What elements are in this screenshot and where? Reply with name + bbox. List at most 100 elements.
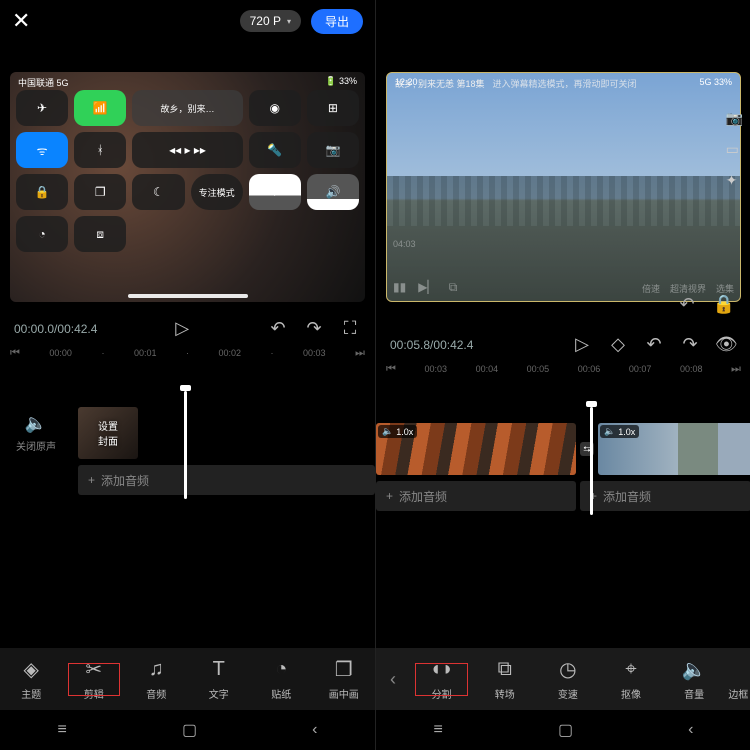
wifi-icon[interactable]: ᯤ — [16, 132, 68, 168]
ios-control-center: ✈︎ 📶 故乡，别来… ◉ ⊞ ᯤ ᚼ ◂◂ ▸ ▸▸ 🔦 📷 🔒 ❐ ☾ 专注… — [16, 90, 359, 296]
cellular-icon[interactable]: 📶 — [74, 90, 126, 126]
undo-button[interactable]: ↶ — [679, 294, 694, 315]
play-button[interactable]: ▷ — [171, 318, 193, 339]
add-audio-row[interactable]: + 添加音频 — [78, 465, 375, 495]
record-icon[interactable]: ◉ — [249, 90, 301, 126]
tool-edit[interactable]: ✂剪辑 — [63, 658, 126, 701]
mute-original-audio[interactable]: 🔈 关闭原声 — [0, 413, 72, 453]
timer-icon[interactable]: ◔ — [16, 216, 68, 252]
timecode: 00:00.0/00:42.4 — [14, 322, 97, 336]
fullscreen-button[interactable]: ⛶ — [339, 318, 361, 339]
media-controls[interactable]: ◂◂ ▸ ▸▸ — [132, 132, 242, 168]
effect-icon[interactable]: ✦ — [726, 172, 743, 189]
timeline-right[interactable]: 🔈 1.0x ⮀ 🔈 1.0x ⮀ + + 添加音频 + 添加音频 — [376, 377, 750, 567]
bluetooth-icon[interactable]: ᚼ — [74, 132, 126, 168]
playhead[interactable] — [590, 407, 593, 515]
timeline-left[interactable]: 🔈 关闭原声 设置 封面 🔈 1.0x + + 添加音频 — [0, 361, 375, 551]
volume-slider[interactable]: 🔊 — [307, 174, 359, 210]
volume-icon: 🔈 — [682, 658, 707, 682]
toolbar-right: ‹ ◖◗分割 ⧉转场 ◷变速 ⌖抠像 🔈音量 边框 — [376, 648, 750, 710]
scan-icon[interactable]: ⧈ — [74, 216, 126, 252]
nav-home-icon[interactable]: ▢ — [182, 720, 197, 740]
play-button[interactable]: ▷ — [571, 334, 593, 355]
orientation-lock-icon[interactable]: 🔒 — [16, 174, 68, 210]
toolbar-back-button[interactable]: ‹ — [376, 669, 410, 690]
tool-pip[interactable]: ❐画中画 — [313, 658, 376, 701]
split-icon: ◖◗ — [429, 658, 453, 682]
screen-left: ✕ 720 P ▾ 导出 中国联通 5G 🔋 33% ✈︎ 📶 故乡，别来… ◉… — [0, 0, 375, 750]
undo-button[interactable]: ↶ — [267, 318, 289, 339]
android-nav-right: ≡ ▢ ‹ — [376, 710, 750, 750]
ios-status-bar: 中国联通 5G 🔋 33% — [18, 76, 357, 89]
focus-mode-tile[interactable]: 专注模式 — [191, 174, 243, 210]
cover-clip[interactable]: 设置 封面 — [78, 407, 138, 459]
redo-button[interactable]: ↷ — [303, 318, 325, 339]
nav-home-icon[interactable]: ▢ — [558, 720, 573, 740]
transport-right: 00:05.8/00:42.4 ▷ ◇ ↶ ↷ 👁 — [376, 328, 750, 361]
tool-text[interactable]: T文字 — [188, 658, 251, 701]
close-button[interactable]: ✕ — [12, 8, 30, 34]
transition-icon: ⧉ — [498, 658, 512, 682]
tv-icon[interactable]: ▭ — [726, 141, 743, 158]
undo-button[interactable]: ↶ — [643, 334, 665, 355]
add-audio-row[interactable]: + 添加音频 — [580, 481, 750, 511]
time-ruler-right: ⏮ 00:0300:04 00:0500:06 00:0700:08 ⏭ — [376, 361, 750, 377]
nav-back-icon[interactable]: ‹ — [312, 721, 317, 739]
preview-eye-button[interactable]: 👁 — [715, 334, 737, 355]
nav-back-icon[interactable]: ‹ — [688, 721, 693, 739]
preview-right[interactable]: 12:205G 33% 故乡, 别来无恙 第18集 进入弹幕精选模式，再滑动即可… — [386, 72, 741, 302]
speaker-icon: 🔈 — [0, 413, 72, 434]
screen-mirror-icon[interactable]: ❐ — [74, 174, 126, 210]
goto-end-icon[interactable]: ⏭ — [355, 347, 365, 360]
nav-recents-icon[interactable]: ≡ — [434, 721, 443, 739]
add-audio-row[interactable]: + 添加音频 — [376, 481, 576, 511]
goto-start-icon[interactable]: ⏮ — [10, 347, 20, 360]
calculator-icon[interactable]: ⊞ — [307, 90, 359, 126]
cutout-icon: ⌖ — [625, 658, 636, 682]
home-indicator — [128, 294, 248, 298]
tool-sticker[interactable]: ◔贴纸 — [250, 658, 313, 701]
video-title-overlay: 故乡, 别来无恙 第18集 进入弹幕精选模式，再滑动即可关闭 — [395, 77, 732, 90]
tool-speed[interactable]: ◷变速 — [536, 658, 599, 701]
airplane-icon[interactable]: ✈︎ — [16, 90, 68, 126]
screen-right: 12:205G 33% 故乡, 别来无恙 第18集 进入弹幕精选模式，再滑动即可… — [376, 0, 750, 750]
sticker-icon: ◔ — [275, 658, 287, 682]
tool-margin[interactable]: 边框 — [726, 658, 750, 701]
keyframe-button[interactable]: ◇ — [607, 334, 629, 355]
tool-split[interactable]: ◖◗分割 — [410, 658, 473, 701]
tool-transition[interactable]: ⧉转场 — [473, 658, 536, 701]
video-clip-1[interactable]: 🔈 1.0x — [376, 423, 576, 475]
time-ruler-left: ⏮ 00:00· 00:01· 00:02· 00:03 ⏭ — [0, 345, 375, 361]
video-clip-2[interactable]: 🔈 1.0x — [598, 423, 750, 475]
toolbar-left: ◈主题 ✂剪辑 ♫音频 T文字 ◔贴纸 ❐画中画 — [0, 648, 375, 710]
pause-icon: ▮▮ — [393, 280, 406, 295]
timecode: 00:05.8/00:42.4 — [390, 338, 473, 352]
camera-icon[interactable]: 📷 — [726, 110, 743, 127]
tool-volume[interactable]: 🔈音量 — [663, 658, 726, 701]
music-icon: ♫ — [149, 658, 164, 682]
playhead[interactable] — [184, 391, 187, 499]
flashlight-icon[interactable]: 🔦 — [249, 132, 301, 168]
resolution-label: 720 P — [250, 14, 281, 28]
brightness-slider[interactable]: ☀︎ — [249, 174, 301, 210]
lock-button[interactable]: 🔒 — [713, 294, 735, 315]
clip-speed-tag: 🔈 1.0x — [378, 425, 417, 438]
redo-button[interactable]: ↷ — [679, 334, 701, 355]
nav-recents-icon[interactable]: ≡ — [58, 721, 67, 739]
video-player-controls[interactable]: ▮▮▶▏⧉ — [393, 280, 457, 295]
pip-icon: ❐ — [335, 658, 353, 682]
camera-icon[interactable]: 📷 — [307, 132, 359, 168]
goto-start-icon[interactable]: ⏮ — [386, 363, 396, 376]
resolution-dropdown[interactable]: 720 P ▾ — [240, 10, 301, 32]
now-playing-tile[interactable]: 故乡，别来… — [132, 90, 242, 126]
speed-icon: ◷ — [559, 658, 576, 682]
android-nav-left: ≡ ▢ ‹ — [0, 710, 375, 750]
preview-left[interactable]: 中国联通 5G 🔋 33% ✈︎ 📶 故乡，别来… ◉ ⊞ ᯤ ᚼ ◂◂ ▸ ▸… — [10, 72, 365, 302]
tool-theme[interactable]: ◈主题 — [0, 658, 63, 701]
tool-cutout[interactable]: ⌖抠像 — [599, 658, 662, 701]
tool-audio[interactable]: ♫音频 — [125, 658, 188, 701]
dnd-icon[interactable]: ☾ — [132, 174, 184, 210]
goto-end-icon[interactable]: ⏭ — [731, 363, 741, 376]
top-bar: ✕ 720 P ▾ 导出 — [0, 0, 375, 42]
export-button[interactable]: 导出 — [311, 9, 363, 34]
